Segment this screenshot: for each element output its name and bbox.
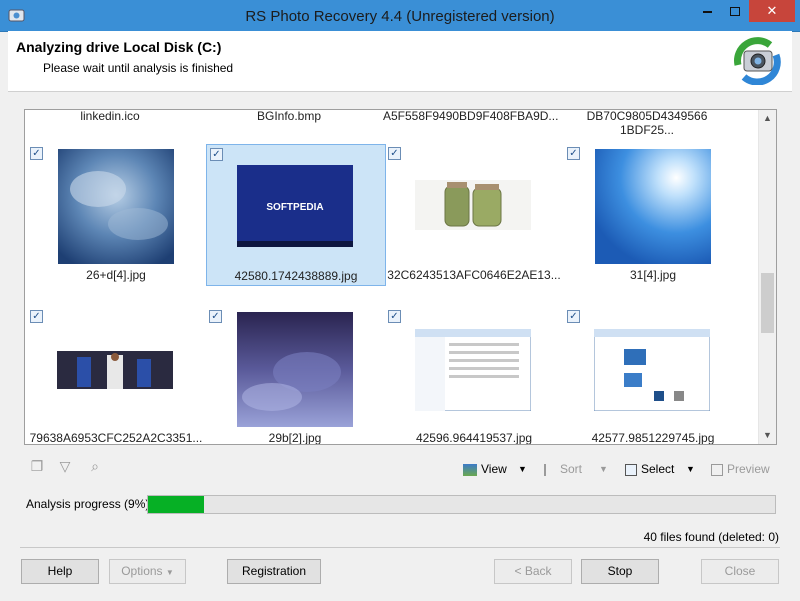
window-screenshot-thumbnail xyxy=(594,329,710,411)
select-checkbox-icon xyxy=(625,463,637,476)
file-name: 42596.964419537.jpg xyxy=(415,431,533,445)
close-icon: ✕ xyxy=(766,3,778,18)
preview-icon xyxy=(711,463,723,476)
divider xyxy=(20,547,780,548)
file-name: 42577.9851229745.jpg xyxy=(591,431,715,445)
file-checkbox[interactable]: ✓ xyxy=(388,310,401,323)
close-window-button[interactable]: ✕ xyxy=(749,0,795,22)
sort-icon xyxy=(544,463,556,476)
file-tile[interactable]: ✓ 42596.964419537.jpg xyxy=(385,307,563,445)
explorer-screenshot-thumbnail xyxy=(415,329,531,411)
view-icon xyxy=(463,463,477,476)
jars-photo-thumbnail xyxy=(415,180,531,230)
thumbnail-text: SOFTPEDIA xyxy=(266,202,323,213)
analysis-progress-bar xyxy=(147,495,776,514)
file-gallery[interactable]: linkedin.ico BGInfo.bmp A5F558F9490BD9F4… xyxy=(24,109,777,445)
copy-icon[interactable]: ❐ xyxy=(28,458,46,476)
back-button[interactable]: < Back xyxy=(494,559,572,584)
camera-recovery-logo-icon xyxy=(734,37,781,85)
maximize-button[interactable] xyxy=(721,0,749,22)
file-tile[interactable]: ✓ 29b[2].jpg xyxy=(206,307,384,445)
file-name: 42580.1742438889.jpg xyxy=(234,269,358,283)
close-button[interactable]: Close xyxy=(701,559,779,584)
wizard-header: Analyzing drive Local Disk (C:) Please w… xyxy=(8,31,792,92)
basketball-photo-thumbnail xyxy=(57,351,173,389)
file-name: linkedin.ico xyxy=(80,109,140,123)
storm-clouds-photo-thumbnail xyxy=(237,312,353,427)
window-title: RS Photo Recovery 4.4 (Unregistered vers… xyxy=(245,8,555,25)
title-bar: RS Photo Recovery 4.4 (Unregistered vers… xyxy=(0,0,800,32)
cloud-photo-thumbnail xyxy=(58,149,174,264)
file-checkbox[interactable]: ✓ xyxy=(388,147,401,160)
page-subtitle: Please wait until analysis is finished xyxy=(43,61,234,75)
preview-button[interactable]: Preview xyxy=(711,458,770,480)
sort-label: Sort xyxy=(560,462,583,476)
options-label: Options xyxy=(121,564,163,578)
file-checkbox[interactable]: ✓ xyxy=(30,147,43,160)
file-checkbox[interactable]: ✓ xyxy=(209,310,222,323)
scroll-up-icon[interactable]: ▲ xyxy=(759,110,776,127)
filter-icon[interactable]: ▽ xyxy=(56,458,74,476)
file-tile-selected[interactable]: ✓ SOFTPEDIA 42580.1742438889.jpg xyxy=(206,144,386,286)
files-found-status: 40 files found (deleted: 0) xyxy=(643,530,779,544)
file-tile[interactable]: ✓ 32C6243513AFC0646E2AE13... xyxy=(385,144,563,284)
file-checkbox[interactable]: ✓ xyxy=(567,147,580,160)
page-title: Analyzing drive Local Disk (C:) xyxy=(16,39,222,55)
file-tile[interactable]: ✓ 42577.9851229745.jpg xyxy=(564,307,742,445)
chevron-down-icon[interactable]: ▼ xyxy=(686,458,695,480)
file-name: BGInfo.bmp xyxy=(256,109,322,123)
scrollbar-thumb[interactable] xyxy=(761,273,774,333)
sky-photo-thumbnail xyxy=(595,149,711,264)
file-checkbox[interactable]: ✓ xyxy=(210,148,223,161)
minimize-icon xyxy=(702,10,712,13)
registration-button[interactable]: Registration xyxy=(227,559,321,584)
file-checkbox[interactable]: ✓ xyxy=(567,310,580,323)
file-tile[interactable]: ✓ 31[4].jpg xyxy=(564,144,742,284)
file-name: 32C6243513AFC0646E2AE13... xyxy=(387,268,561,282)
file-name: 29b[2].jpg xyxy=(268,431,322,445)
find-icon[interactable]: ⌕ xyxy=(86,458,104,476)
help-button[interactable]: Help xyxy=(21,559,99,584)
chevron-down-icon[interactable]: ▼ xyxy=(518,458,527,480)
stop-button[interactable]: Stop xyxy=(581,559,659,584)
minimize-button[interactable] xyxy=(693,0,721,22)
scroll-down-icon[interactable]: ▼ xyxy=(759,427,776,444)
file-name: DB70C9805D4349566 1BDF25... xyxy=(586,109,708,137)
options-button[interactable]: Options ▼ xyxy=(109,559,186,584)
file-name: 31[4].jpg xyxy=(629,268,677,282)
maximize-icon xyxy=(730,7,740,17)
chevron-down-icon[interactable]: ▼ xyxy=(599,458,608,480)
select-label: Select xyxy=(641,462,675,476)
file-tile[interactable]: ✓ 26+d[4].jpg xyxy=(27,144,205,284)
file-tile[interactable]: ✓ 79638A6953CFC252A2C3351... xyxy=(27,307,205,445)
progress-fill xyxy=(148,496,205,513)
file-name: A5F558F9490BD9F408FBA9D... xyxy=(383,109,559,123)
preview-label: Preview xyxy=(727,462,770,476)
file-checkbox[interactable]: ✓ xyxy=(30,310,43,323)
gallery-scrollbar[interactable]: ▲ ▼ xyxy=(758,110,776,444)
file-name: 79638A6953CFC252A2C3351... xyxy=(29,431,203,445)
progress-label: Analysis progress (9%) xyxy=(26,497,150,511)
desktop-screenshot-thumbnail: SOFTPEDIA xyxy=(237,165,353,247)
view-button[interactable]: View xyxy=(463,458,507,480)
gallery-toolbar: ❐ ▽ ⌕ View ▼ Sort ▼ Select ▼ Preview xyxy=(24,455,775,483)
select-button[interactable]: Select xyxy=(625,458,674,480)
chevron-down-icon: ▼ xyxy=(165,568,174,577)
view-label: View xyxy=(481,462,507,476)
file-name: 26+d[4].jpg xyxy=(86,268,146,282)
sort-button[interactable]: Sort xyxy=(544,458,582,480)
